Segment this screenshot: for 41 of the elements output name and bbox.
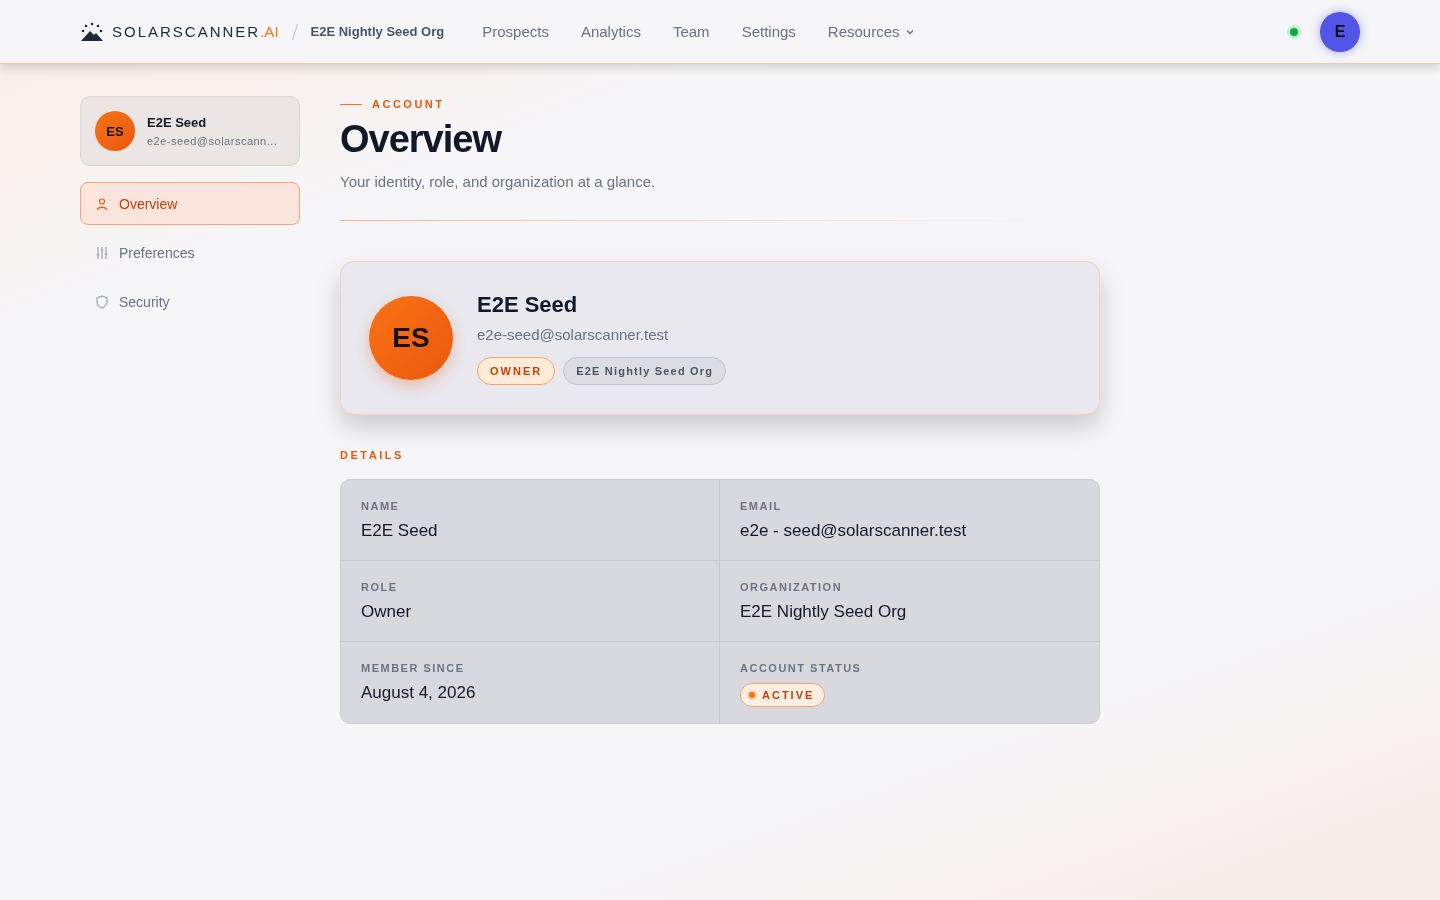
section-eyebrow: ACCOUNT <box>372 98 445 110</box>
logo-icon <box>80 21 104 42</box>
field-label: ACCOUNT STATUS <box>740 662 863 674</box>
shield-icon <box>95 294 109 309</box>
nav-link[interactable]: Resources <box>827 23 915 40</box>
status-dot-icon <box>1290 27 1298 36</box>
details-heading: DETAILS <box>340 449 405 461</box>
org-badge: E2E Nightly Seed Org <box>563 356 727 385</box>
status-badge: ACTIVE <box>740 683 826 707</box>
nav-link[interactable]: Settings <box>741 23 796 40</box>
slash-separator-icon <box>290 22 299 41</box>
sidebar-item[interactable]: Security <box>80 280 300 323</box>
field-label: ROLE <box>361 581 399 593</box>
field-label: EMAIL <box>740 500 783 512</box>
page-title: Overview <box>340 118 503 161</box>
profile-name: E2E Seed <box>477 291 579 318</box>
profile-email: e2e-seed@solarscanner.test <box>477 325 670 343</box>
sidebar-item[interactable]: Preferences <box>80 231 300 274</box>
avatar: ES <box>369 296 453 380</box>
field-value: August 4, 2026 <box>361 683 477 703</box>
page-subtitle: Your identity, role, and organization at a glance. <box>340 173 657 190</box>
field-value: E2E Nightly Seed Org <box>740 602 908 622</box>
field-label: MEMBER SINCE <box>361 662 466 674</box>
nav-link[interactable]: Analytics <box>580 23 641 40</box>
person-icon <box>95 196 109 211</box>
user-email: e2e-seed@solarscann... <box>147 135 278 147</box>
sliders-icon <box>95 245 109 260</box>
org-name: E2E Nightly Seed Org <box>310 24 445 39</box>
field-value: Owner <box>361 602 413 622</box>
nav-link[interactable]: Prospects <box>482 23 549 40</box>
user-avatar-button[interactable]: E <box>1320 11 1360 52</box>
user-name: E2E Seed <box>147 115 208 130</box>
field-label: NAME <box>361 500 401 512</box>
role-badge: OWNER <box>477 356 556 385</box>
field-label: ORGANIZATION <box>740 581 844 593</box>
brand-name: SOLARSCANNER.AI <box>112 23 279 40</box>
avatar: ES <box>95 111 135 151</box>
sidebar-item[interactable]: Overview <box>80 182 300 225</box>
field-value: e2e - seed@solarscanner.test <box>740 521 968 541</box>
nav-link[interactable]: Team <box>672 23 710 40</box>
field-value: E2E Seed <box>361 521 439 541</box>
